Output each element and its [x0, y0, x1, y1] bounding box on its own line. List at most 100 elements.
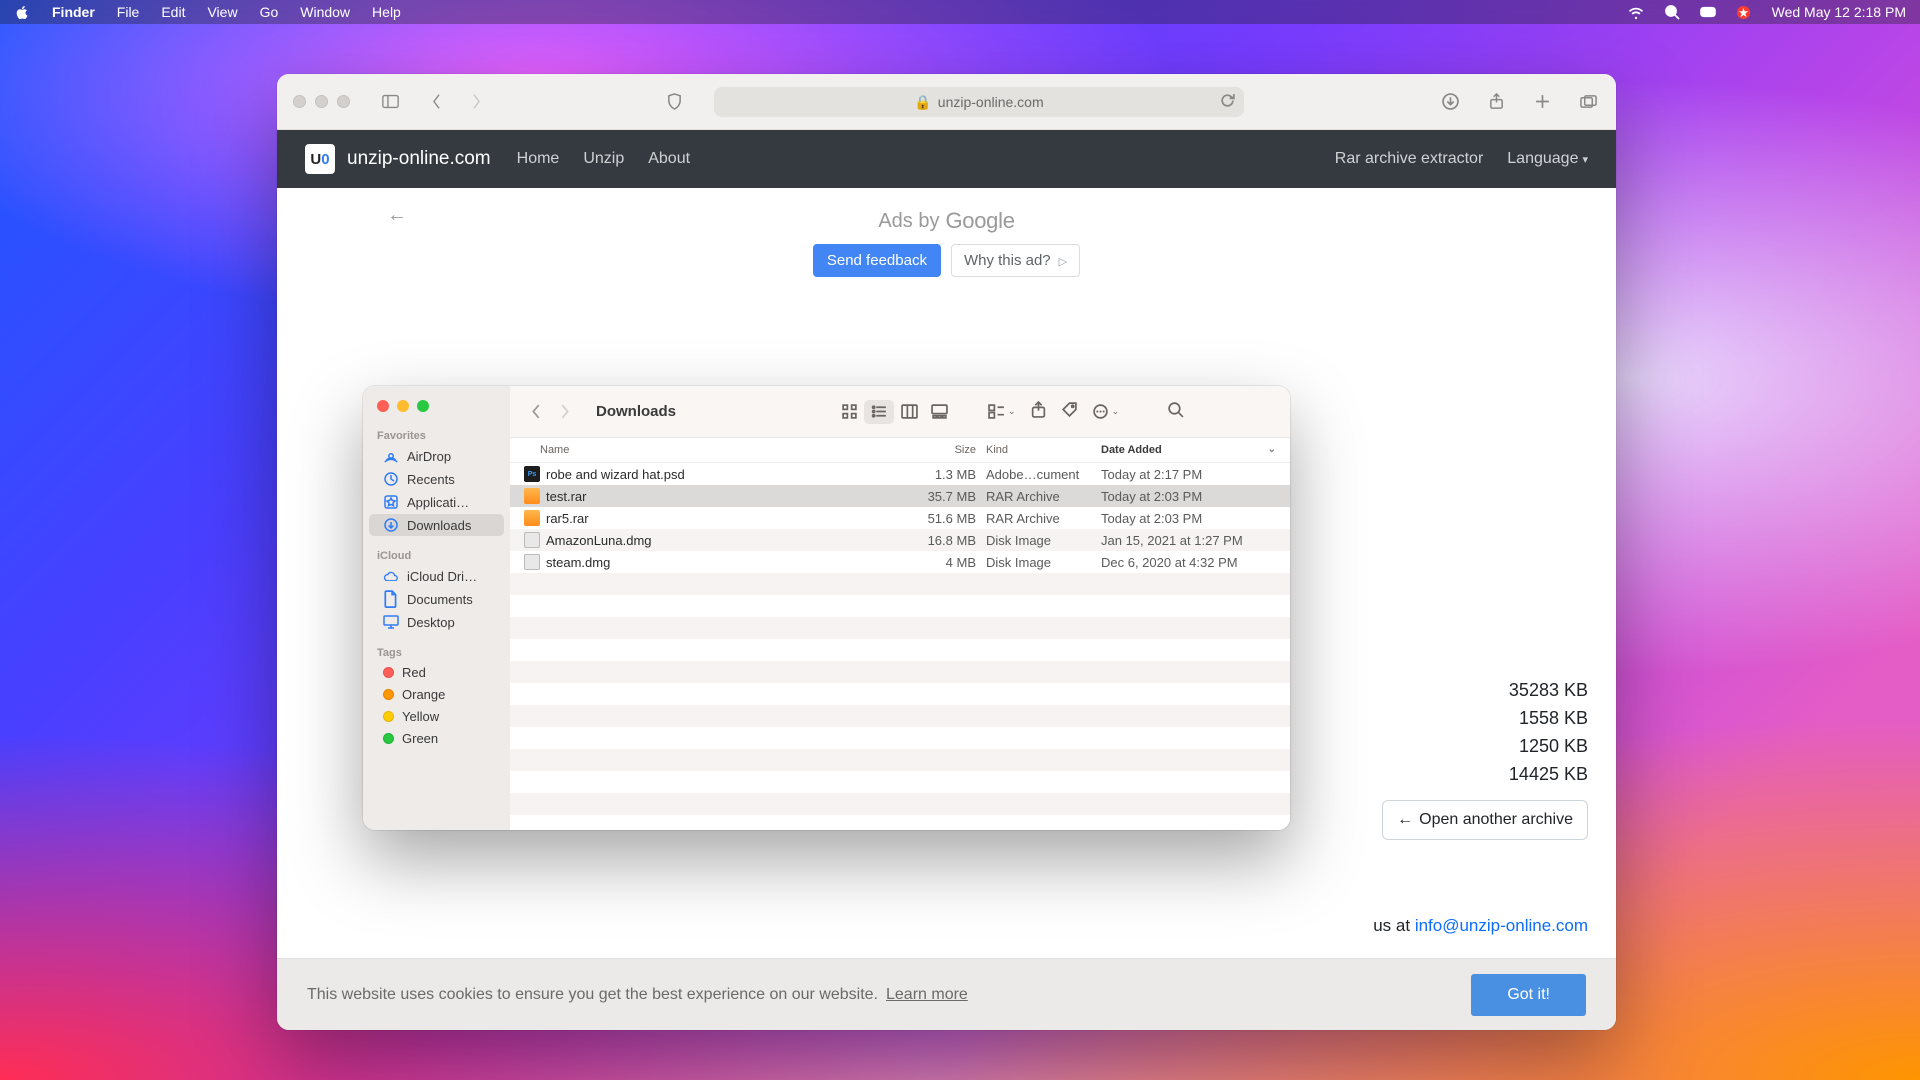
privacy-report-icon[interactable]	[662, 90, 686, 114]
menubar-item-help[interactable]: Help	[372, 4, 401, 20]
finder-forward-button[interactable]	[554, 401, 576, 423]
finder-file-list: Ps robe and wizard hat.psd 1.3 MB Adobe……	[510, 463, 1290, 830]
site-brand[interactable]: unzip-online.com	[347, 148, 491, 170]
file-row[interactable]: test.rar 35.7 MB RAR Archive Today at 2:…	[510, 485, 1290, 507]
column-header-date-added[interactable]: Date Added⌄	[1101, 444, 1276, 456]
menubar-item-window[interactable]: Window	[300, 4, 350, 20]
adchoices-icon: ▷	[1059, 255, 1067, 268]
share-icon[interactable]	[1484, 90, 1508, 114]
sidebar-item-desktop[interactable]: Desktop	[369, 611, 504, 633]
nav-link-home[interactable]: Home	[517, 150, 560, 168]
rar-file-icon	[524, 510, 540, 526]
open-another-archive-button[interactable]: ← Open another archive	[1382, 800, 1588, 840]
safari-zoom-button[interactable]	[337, 95, 350, 108]
empty-row	[510, 749, 1290, 771]
ad-back-arrow-icon[interactable]: ←	[387, 204, 407, 227]
sidebar-section-icloud: iCloud	[363, 546, 510, 564]
sidebar-item-recents[interactable]: Recents	[369, 468, 504, 490]
finder-back-button[interactable]	[524, 401, 546, 423]
column-header-size[interactable]: Size	[881, 444, 986, 456]
nav-link-about[interactable]: About	[648, 150, 690, 168]
arrow-left-icon: ←	[1397, 811, 1413, 829]
empty-row	[510, 683, 1290, 705]
url-host: unzip-online.com	[938, 94, 1044, 110]
cookie-text: This website uses cookies to ensure you …	[307, 986, 878, 1004]
sidebar-item-icloud-drive[interactable]: iCloud Dri…	[369, 565, 504, 587]
safari-back-button[interactable]	[424, 90, 448, 114]
safari-traffic-lights	[293, 95, 350, 108]
group-by-button[interactable]: ⌄	[988, 401, 1016, 423]
share-button[interactable]	[1030, 401, 1047, 423]
file-row[interactable]: steam.dmg 4 MB Disk Image Dec 6, 2020 at…	[510, 551, 1290, 573]
column-header-kind[interactable]: Kind	[986, 444, 1101, 456]
sidebar-item-airdrop[interactable]: AirDrop	[369, 445, 504, 467]
control-center-icon[interactable]	[1700, 4, 1716, 20]
empty-row	[510, 617, 1290, 639]
safari-toolbar: 🔒 unzip-online.com	[277, 74, 1616, 130]
cookie-learn-more-link[interactable]: Learn more	[886, 986, 968, 1004]
site-logo[interactable]: U0	[305, 144, 335, 174]
sidebar-tag-yellow[interactable]: Yellow	[369, 706, 504, 727]
applications-icon	[383, 494, 399, 510]
tab-overview-icon[interactable]	[1576, 90, 1600, 114]
safari-sidebar-button[interactable]	[378, 90, 402, 114]
menubar-item-file[interactable]: File	[117, 4, 140, 20]
menubar-extra-icon[interactable]	[1736, 4, 1752, 20]
action-menu-button[interactable]: ⌄	[1092, 401, 1120, 423]
empty-row	[510, 595, 1290, 617]
sidebar-tag-green[interactable]: Green	[369, 728, 504, 749]
why-this-ad-button[interactable]: Why this ad?▷	[951, 244, 1080, 277]
empty-row	[510, 793, 1290, 815]
macos-menubar: Finder File Edit View Go Window Help Wed…	[0, 0, 1920, 24]
menubar-item-view[interactable]: View	[207, 4, 237, 20]
tag-dot-icon	[383, 733, 394, 744]
wifi-icon[interactable]	[1628, 4, 1644, 20]
sidebar-tag-red[interactable]: Red	[369, 662, 504, 683]
sidebar-tag-orange[interactable]: Orange	[369, 684, 504, 705]
nav-language-dropdown[interactable]: Language▾	[1507, 150, 1588, 168]
menubar-app-name[interactable]: Finder	[52, 4, 95, 20]
reload-icon[interactable]	[1219, 92, 1236, 112]
finder-search-button[interactable]	[1167, 401, 1184, 423]
nav-link-unzip[interactable]: Unzip	[583, 150, 624, 168]
contact-email-link[interactable]: info@unzip-online.com	[1415, 916, 1588, 935]
view-list-button[interactable]	[864, 400, 894, 424]
cookie-accept-button[interactable]: Got it!	[1471, 974, 1586, 1016]
finder-title: Downloads	[596, 403, 676, 420]
menubar-item-go[interactable]: Go	[260, 4, 279, 20]
safari-url-field[interactable]: 🔒 unzip-online.com	[714, 87, 1244, 117]
safari-close-button[interactable]	[293, 95, 306, 108]
cookie-banner: This website uses cookies to ensure you …	[277, 958, 1616, 1030]
finder-close-button[interactable]	[377, 400, 389, 412]
safari-minimize-button[interactable]	[315, 95, 328, 108]
size-row: 35283 KB	[1509, 676, 1588, 704]
view-gallery-button[interactable]	[924, 400, 954, 424]
new-tab-icon[interactable]	[1530, 90, 1554, 114]
finder-main: Downloads ⌄ ⌄ Name Size Kind Date Added⌄	[510, 386, 1290, 830]
safari-forward-button[interactable]	[464, 90, 488, 114]
sidebar-section-favorites: Favorites	[363, 426, 510, 444]
finder-zoom-button[interactable]	[417, 400, 429, 412]
dmg-file-icon	[524, 532, 540, 548]
size-row: 1558 KB	[1509, 704, 1588, 732]
sidebar-item-downloads[interactable]: Downloads	[369, 514, 504, 536]
sidebar-item-documents[interactable]: Documents	[369, 588, 504, 610]
finder-minimize-button[interactable]	[397, 400, 409, 412]
file-row[interactable]: Ps robe and wizard hat.psd 1.3 MB Adobe……	[510, 463, 1290, 485]
menubar-item-edit[interactable]: Edit	[161, 4, 185, 20]
ad-label: Ads by Google	[277, 208, 1616, 234]
nav-link-rar-extractor[interactable]: Rar archive extractor	[1335, 150, 1484, 168]
file-row[interactable]: rar5.rar 51.6 MB RAR Archive Today at 2:…	[510, 507, 1290, 529]
sidebar-item-applications[interactable]: Applicati…	[369, 491, 504, 513]
empty-row	[510, 815, 1290, 830]
tags-button[interactable]	[1061, 401, 1078, 423]
view-column-button[interactable]	[894, 400, 924, 424]
send-feedback-button[interactable]: Send feedback	[813, 244, 941, 277]
downloads-icon[interactable]	[1438, 90, 1462, 114]
menubar-clock[interactable]: Wed May 12 2:18 PM	[1772, 4, 1906, 20]
file-row[interactable]: AmazonLuna.dmg 16.8 MB Disk Image Jan 15…	[510, 529, 1290, 551]
spotlight-icon[interactable]	[1664, 4, 1680, 20]
view-icon-button[interactable]	[834, 400, 864, 424]
apple-menu[interactable]	[14, 4, 30, 20]
column-header-name[interactable]: Name	[540, 444, 881, 456]
